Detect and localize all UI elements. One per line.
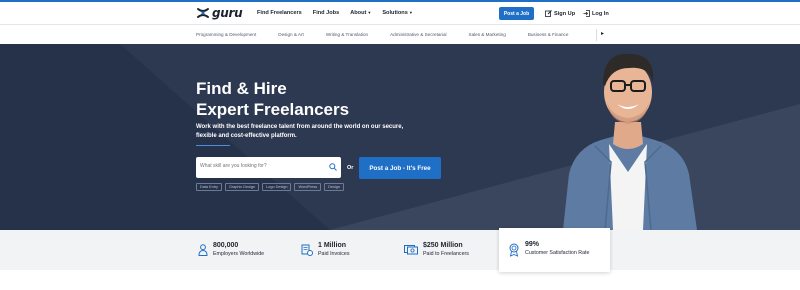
sign-up-label: Sign Up xyxy=(554,10,576,17)
skill-tag[interactable]: Data Entry xyxy=(196,183,222,191)
hero-divider xyxy=(196,145,230,146)
stat-value: 800,000 xyxy=(213,242,239,249)
skill-search-input[interactable] xyxy=(200,163,320,169)
stat-label: Paid to Freelancers xyxy=(423,251,469,257)
hero-title-line: Find & Hire xyxy=(196,79,287,98)
nav-solutions[interactable]: Solutions▼ xyxy=(382,10,412,16)
chevron-down-icon: ▼ xyxy=(367,10,372,15)
nav-label: Solutions xyxy=(382,10,408,16)
stat-employers: 800,000 Employers Worldwide xyxy=(198,241,264,258)
post-job-free-button[interactable]: Post a Job - It's Free xyxy=(359,157,441,179)
skill-tag[interactable]: Logo Design xyxy=(262,183,292,191)
person-icon xyxy=(198,244,208,256)
stat-paid: $250 Million Paid to Freelancers xyxy=(404,241,469,258)
stat-value: 1 Million xyxy=(318,242,346,249)
award-icon xyxy=(509,243,519,257)
skill-tag[interactable]: Graphic Design xyxy=(224,183,260,191)
category-bar: Programming & Development Design & Art W… xyxy=(0,24,800,44)
logo-text: guru xyxy=(212,6,243,20)
stat-label: Customer Satisfaction Rate xyxy=(525,250,590,256)
popular-skill-tags: Data Entry Graphic Design Logo Design Wo… xyxy=(196,183,344,191)
category-divider xyxy=(596,29,597,41)
edit-icon xyxy=(545,10,552,17)
hero-section: Find & Hire Expert Freelancers Work with… xyxy=(0,44,800,230)
search-icon[interactable] xyxy=(329,163,337,171)
skill-search-box xyxy=(196,157,341,178)
stat-label: Paid Invoices xyxy=(318,251,350,257)
money-icon xyxy=(404,245,418,255)
hero-title: Find & Hire Expert Freelancers xyxy=(196,78,349,120)
category-link[interactable]: Programming & Development xyxy=(196,32,256,37)
nav-label: Find Freelancers xyxy=(257,10,302,16)
site-header: guru Find Freelancers Find Jobs About▼ S… xyxy=(0,2,800,24)
login-icon xyxy=(583,10,590,17)
log-in-link[interactable]: Log In xyxy=(583,10,609,17)
category-link[interactable]: Writing & Translation xyxy=(326,32,368,37)
log-in-label: Log In xyxy=(592,10,609,17)
nav-about[interactable]: About▼ xyxy=(350,10,371,16)
nav-find-freelancers[interactable]: Find Freelancers xyxy=(257,10,302,16)
satisfaction-card: 99% Customer Satisfaction Rate xyxy=(499,228,610,272)
chevron-right-icon[interactable]: ▸ xyxy=(601,30,604,37)
stat-value: 99% xyxy=(525,241,540,248)
stat-invoices: 1 Million Paid Invoices xyxy=(301,241,350,258)
category-link[interactable]: Administrative & Secretarial xyxy=(390,32,446,37)
stat-satisfaction: 99% Customer Satisfaction Rate xyxy=(508,240,589,257)
hero-person-image xyxy=(563,53,697,230)
skill-tag[interactable]: WordPress xyxy=(294,183,322,191)
sign-up-link[interactable]: Sign Up xyxy=(545,10,575,17)
stat-label: Employers Worldwide xyxy=(213,251,265,257)
skill-tag[interactable]: Design xyxy=(324,183,344,191)
nav-label: About xyxy=(350,10,367,16)
stat-value: $250 Million xyxy=(423,242,463,249)
chevron-down-icon: ▼ xyxy=(408,10,413,15)
nav-find-jobs[interactable]: Find Jobs xyxy=(313,10,339,16)
guru-logo-icon xyxy=(197,8,209,18)
category-link[interactable]: Sales & Marketing xyxy=(469,32,506,37)
post-job-button[interactable]: Post a Job xyxy=(499,7,534,20)
guru-logo[interactable]: guru xyxy=(196,6,243,20)
nav-label: Find Jobs xyxy=(312,10,340,16)
stats-bar: 800,000 Employers Worldwide 1 Million Pa… xyxy=(0,230,800,270)
category-link[interactable]: Business & Finance xyxy=(528,32,569,37)
invoice-icon xyxy=(301,244,313,256)
hero-title-line: Expert Freelancers xyxy=(196,100,350,119)
category-list: Programming & Development Design & Art W… xyxy=(196,32,590,37)
hero-subtitle: Work with the best freelance talent from… xyxy=(196,124,404,139)
category-link[interactable]: Design & Art xyxy=(278,32,304,37)
main-nav: Find Freelancers Find Jobs About▼ Soluti… xyxy=(257,10,413,16)
or-separator: Or xyxy=(347,165,354,171)
